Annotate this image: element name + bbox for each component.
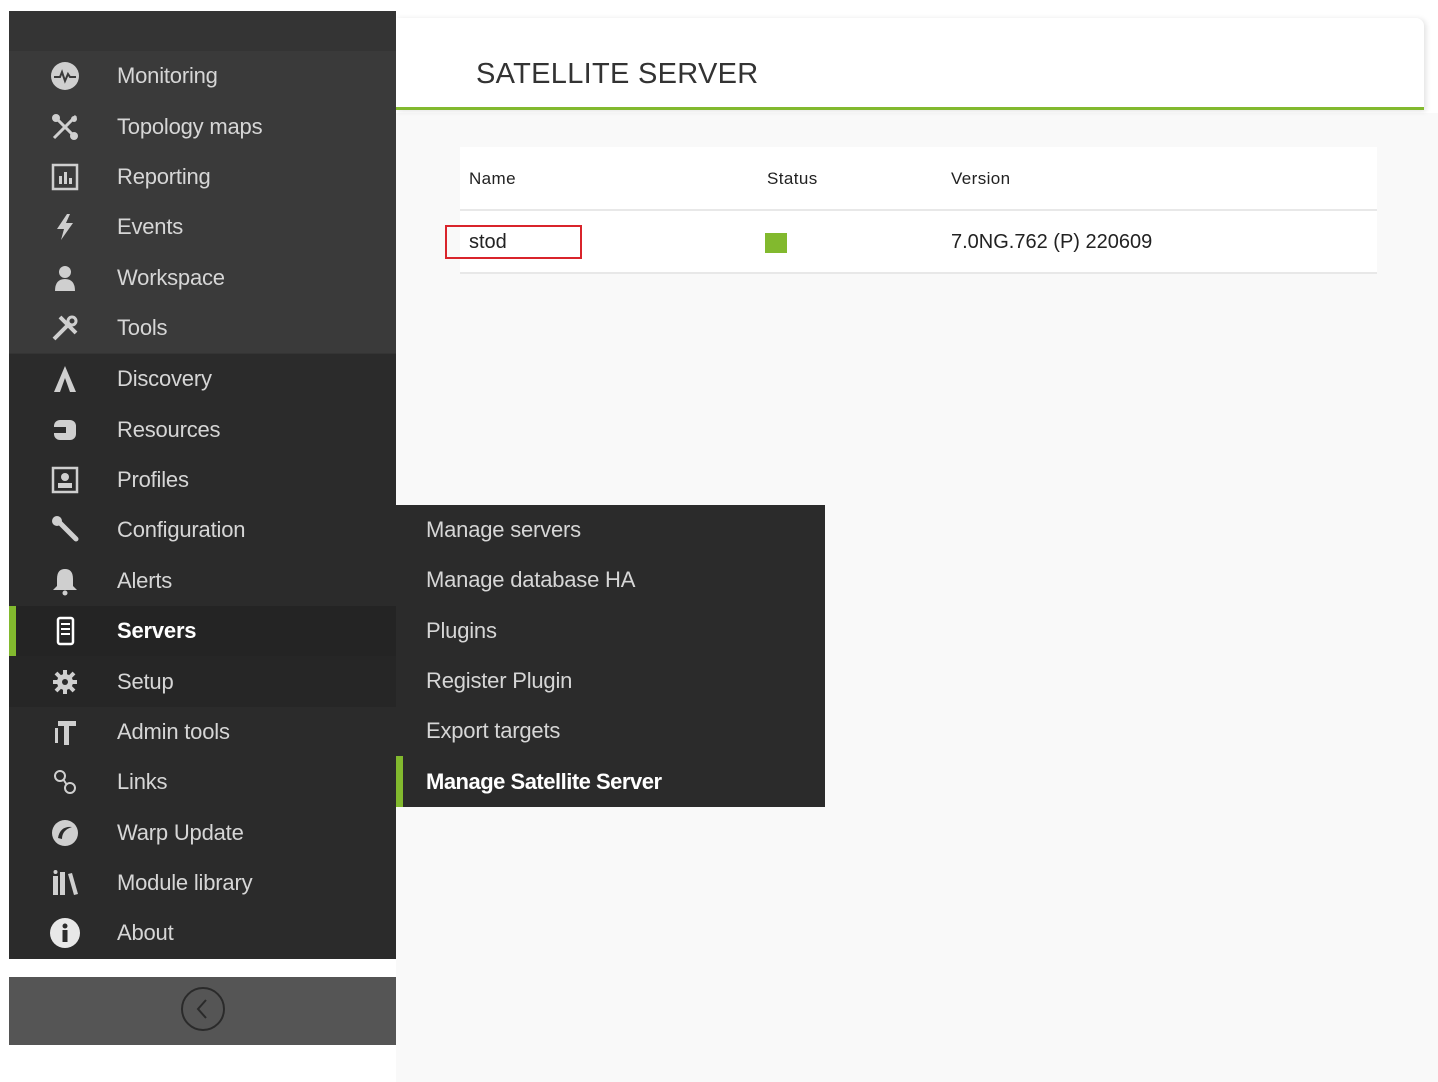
sidebar-item-label: Warp Update <box>117 819 244 845</box>
links-icon <box>49 766 81 798</box>
column-header-name[interactable]: Name <box>469 169 516 189</box>
submenu-item-export-targets[interactable]: Export targets <box>396 706 825 756</box>
page-header: SATELLITE SERVER <box>396 18 1424 110</box>
library-icon <box>49 867 81 899</box>
sidebar-item-resources[interactable]: Resources <box>9 404 396 454</box>
sidebar-item-label: Configuration <box>117 517 246 543</box>
sidebar-item-about[interactable]: About <box>9 908 396 958</box>
header-divider <box>460 209 1377 211</box>
sidebar-item-label: Links <box>117 769 168 795</box>
submenu-item-manage-database-ha[interactable]: Manage database HA <box>396 555 825 605</box>
sidebar-item-label: Setup <box>117 668 174 694</box>
sidebar-item-topology-maps[interactable]: Topology maps <box>9 101 396 151</box>
warp-update-icon <box>49 817 81 849</box>
sidebar: Monitoring Topology maps Reporting Event… <box>9 11 396 959</box>
sidebar-item-label: Module library <box>117 870 253 896</box>
sidebar-item-label: Tools <box>117 315 168 341</box>
sidebar-item-configuration[interactable]: Configuration <box>9 505 396 555</box>
tools-icon <box>49 312 81 344</box>
profiles-icon <box>49 464 81 496</box>
page-title: SATELLITE SERVER <box>476 58 759 90</box>
row-divider <box>460 272 1377 274</box>
sidebar-item-label: Discovery <box>117 366 212 392</box>
reporting-icon <box>49 161 81 193</box>
sidebar-item-profiles[interactable]: Profiles <box>9 455 396 505</box>
sidebar-item-workspace[interactable]: Workspace <box>9 253 396 303</box>
app-root: Name Status Version stod 7.0NG.762 (P) 2… <box>0 0 1438 1082</box>
sidebar-item-label: Profiles <box>117 466 189 492</box>
info-icon <box>49 917 81 949</box>
workspace-user-icon <box>49 262 81 294</box>
bell-icon <box>49 565 81 597</box>
topology-icon <box>49 111 81 143</box>
server-icon <box>49 615 81 647</box>
server-version-cell: 7.0NG.762 (P) 220609 <box>951 231 1153 253</box>
column-header-version[interactable]: Version <box>951 169 1011 189</box>
sidebar-item-servers[interactable]: Servers <box>9 605 396 657</box>
operation-menu: Monitoring Topology maps Reporting Event… <box>9 51 396 354</box>
sidebar-item-label: Admin tools <box>117 718 230 744</box>
sidebar-item-discovery[interactable]: Discovery <box>9 354 396 404</box>
admin-tools-icon <box>49 716 81 748</box>
gear-icon <box>49 666 81 698</box>
submenu-item-register-plugin[interactable]: Register Plugin <box>396 656 825 706</box>
sidebar-item-alerts[interactable]: Alerts <box>9 556 396 606</box>
discovery-icon <box>49 363 81 395</box>
servers-submenu: Manage servers Manage database HA Plugin… <box>396 505 825 808</box>
sidebar-item-reporting[interactable]: Reporting <box>9 152 396 202</box>
resources-icon <box>49 414 81 446</box>
satellite-servers-table: Name Status Version stod 7.0NG.762 (P) 2… <box>445 147 1377 274</box>
sidebar-item-label: Servers <box>117 618 197 644</box>
sidebar-item-label: Workspace <box>117 264 225 290</box>
server-name-cell[interactable]: stod <box>469 231 507 254</box>
sidebar-item-label: About <box>117 920 174 946</box>
sidebar-item-label: Resources <box>117 416 221 442</box>
sidebar-item-tools[interactable]: Tools <box>9 303 396 353</box>
wrench-icon <box>49 514 81 546</box>
sidebar-item-admin-tools[interactable]: Admin tools <box>9 707 396 757</box>
sidebar-item-label: Monitoring <box>117 63 218 89</box>
sidebar-item-links[interactable]: Links <box>9 757 396 807</box>
chevron-left-circle-icon <box>179 985 227 1038</box>
sidebar-item-label: Events <box>117 214 184 240</box>
management-menu: Discovery Resources Profiles Configurati… <box>9 354 396 959</box>
monitoring-icon <box>49 60 81 92</box>
sidebar-item-label: Topology maps <box>117 113 263 139</box>
submenu-item-manage-satellite-server[interactable]: Manage Satellite Server <box>396 756 825 808</box>
sidebar-item-monitoring[interactable]: Monitoring <box>9 51 396 101</box>
sidebar-item-module-library[interactable]: Module library <box>9 858 396 908</box>
submenu-item-plugins[interactable]: Plugins <box>396 606 825 656</box>
sidebar-item-label: Reporting <box>117 163 211 189</box>
sidebar-item-events[interactable]: Events <box>9 202 396 252</box>
sidebar-item-setup[interactable]: Setup <box>9 656 396 707</box>
sidebar-item-label: Alerts <box>117 567 173 593</box>
sidebar-collapse-button[interactable] <box>9 977 396 1045</box>
submenu-item-manage-servers[interactable]: Manage servers <box>396 505 825 555</box>
status-indicator <box>765 233 787 253</box>
sidebar-item-warp-update[interactable]: Warp Update <box>9 808 396 858</box>
column-header-status[interactable]: Status <box>767 169 818 189</box>
name-highlight-box <box>445 225 582 259</box>
events-bolt-icon <box>49 211 81 243</box>
